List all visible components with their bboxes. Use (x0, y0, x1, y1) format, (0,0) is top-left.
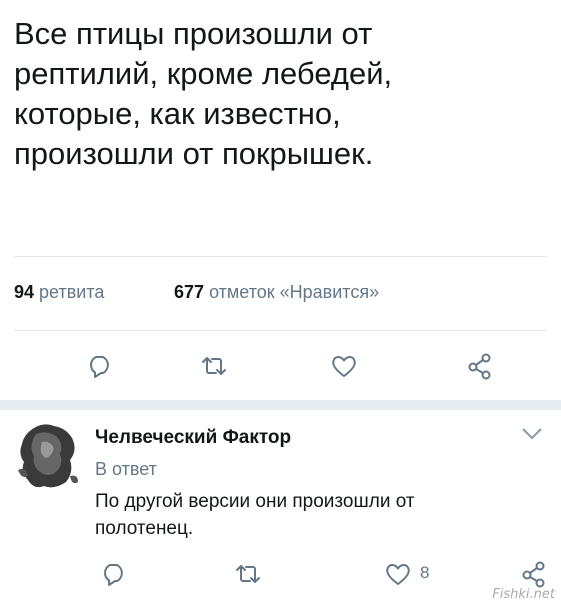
tweet-text-line: которые, как известно, (14, 96, 341, 131)
divider (14, 256, 547, 257)
retweets-stat[interactable]: 94 ретвита (14, 282, 104, 303)
like-button[interactable] (324, 346, 364, 386)
reply-button[interactable] (80, 346, 120, 386)
reply-text-line: По другой версии они произошли от (95, 491, 415, 512)
reply-to-label: В ответ (95, 459, 157, 479)
retweets-label: ретвита (39, 282, 105, 302)
watermark: Fishki.net (492, 587, 555, 602)
reply-icon (90, 356, 109, 378)
reply-retweet-button[interactable] (228, 554, 268, 594)
retweet-icon (236, 565, 260, 583)
like-icon (386, 564, 410, 585)
like-icon (332, 356, 356, 377)
avatar[interactable] (14, 420, 82, 492)
reply-actions (0, 554, 561, 594)
reply-author-name[interactable]: Челвеческий Фактор (95, 427, 291, 449)
share-icon (468, 353, 491, 380)
divider (14, 330, 547, 331)
likes-stat[interactable]: 677 отметок «Нравится» (174, 282, 379, 303)
retweet-button[interactable] (194, 346, 234, 386)
tweet-text-line: произошли от покрышек. (14, 136, 374, 171)
reply-icon (104, 564, 123, 586)
reply-reply-button[interactable] (94, 554, 134, 594)
retweets-count: 94 (14, 282, 35, 302)
thread-separator (0, 400, 561, 410)
likes-label: отметок «Нравится» (209, 282, 380, 302)
reply-text: По другой версии они произошли от полоте… (95, 488, 415, 542)
tweet-actions (0, 346, 561, 386)
more-options-button[interactable] (520, 425, 544, 443)
share-icon (522, 561, 545, 588)
avatar-image (18, 424, 78, 488)
chevron-down-icon (522, 428, 542, 440)
likes-count: 677 (174, 282, 205, 302)
tweet-text-line: Все птицы произошли от (14, 16, 373, 51)
share-button[interactable] (460, 346, 500, 386)
reply-like-button[interactable] (378, 554, 418, 594)
reply-text-line: полотенец. (95, 518, 194, 539)
tweet-text-line: рептилий, кроме лебедей, (14, 56, 393, 91)
tweet-text: Все птицы произошли от рептилий, кроме л… (14, 14, 534, 174)
retweet-icon (202, 357, 226, 375)
reply-like-count: 8 (420, 563, 430, 582)
